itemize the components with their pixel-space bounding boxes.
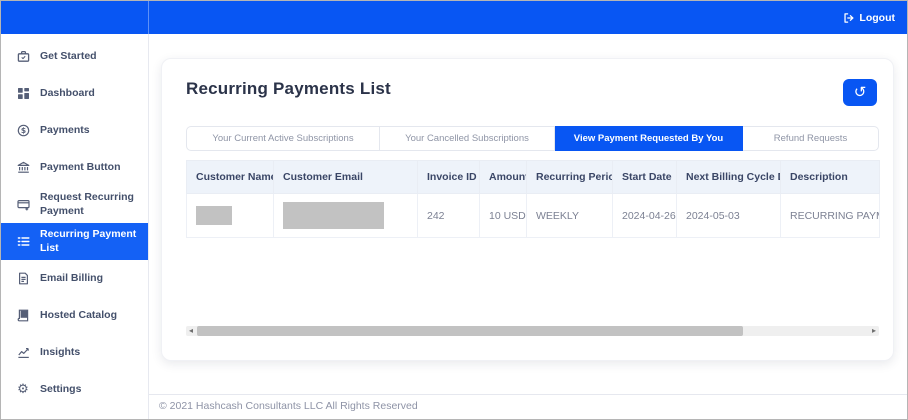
sidebar-item-hosted-catalog[interactable]: Hosted Catalog: [1, 297, 148, 334]
cell-description: RECURRING PAYMENT: [780, 193, 880, 238]
col-invoice-id: Invoice ID: [417, 160, 480, 194]
cell-invoice-id: 242: [417, 193, 480, 238]
sidebar-item-label: Payment Button: [40, 160, 121, 173]
main-content: Recurring Payments List ↺ Your Current A…: [149, 34, 907, 419]
sidebar-item-payments[interactable]: $ Payments: [1, 112, 148, 149]
card-header: Recurring Payments List ↺: [186, 79, 877, 106]
sidebar-item-label: Recurring Payment List: [40, 228, 137, 254]
col-start-date: Start Date: [612, 160, 677, 194]
sidebar-item-dashboard[interactable]: Dashboard: [1, 75, 148, 112]
logout-icon: [843, 12, 855, 24]
scroll-right-icon[interactable]: ▸: [869, 326, 879, 336]
subscription-tabs: Your Current Active Subscriptions Your C…: [186, 126, 879, 151]
svg-text:$: $: [20, 126, 25, 135]
scroll-left-icon[interactable]: ◂: [186, 326, 196, 336]
gear-icon: ⚙: [17, 382, 29, 397]
table-row: 242 10 USD WEEKLY 2024-04-26 2024-05-03 …: [186, 193, 880, 238]
tab-view-payment-requested[interactable]: View Payment Requested By You: [555, 126, 743, 151]
cell-start-date: 2024-04-26: [612, 193, 677, 238]
sidebar-nav: Get Started Dashboard $ Payments Payment…: [1, 34, 149, 419]
app-window: Logout Get Started Dashboard $ Payments …: [0, 0, 908, 420]
page-title: Recurring Payments List: [186, 79, 391, 98]
document-icon: [16, 272, 30, 285]
sidebar-item-request-recurring-payment[interactable]: Request Recurring Payment: [1, 186, 148, 223]
cell-customer-email: [273, 193, 418, 238]
book-icon: [16, 309, 30, 322]
scrollbar-thumb[interactable]: [197, 326, 743, 336]
logout-button[interactable]: Logout: [843, 12, 895, 24]
redacted-customer-email: [283, 202, 384, 229]
tab-cancelled-subscriptions[interactable]: Your Cancelled Subscriptions: [380, 126, 555, 151]
col-description: Description: [780, 160, 880, 194]
cell-next-billing-cycle-date: 2024-05-03: [676, 193, 781, 238]
sidebar-item-label: Request Recurring Payment: [40, 191, 134, 217]
bank-icon: [16, 161, 30, 174]
col-customer-name: Customer Name: [186, 160, 274, 194]
sidebar-item-settings[interactable]: ⚙ Settings: [1, 371, 148, 408]
cell-amount: 10 USD: [479, 193, 527, 238]
redacted-customer-name: [196, 206, 232, 225]
dollar-circle-icon: $: [16, 124, 30, 137]
cell-recurring-period: WEEKLY: [526, 193, 613, 238]
sidebar-item-label: Settings: [40, 382, 82, 395]
payments-table: Customer Name Customer Email Invoice ID …: [186, 160, 880, 238]
recurring-payments-card: Recurring Payments List ↺ Your Current A…: [161, 58, 894, 361]
sidebar-item-label: Payments: [40, 123, 90, 136]
body-layout: Get Started Dashboard $ Payments Payment…: [1, 34, 907, 419]
sidebar-item-insights[interactable]: Insights: [1, 334, 148, 371]
col-customer-email: Customer Email: [273, 160, 418, 194]
sidebar-item-label: Get Started: [40, 49, 97, 62]
copyright-footer: © 2021 Hashcash Consultants LLC All Righ…: [149, 394, 907, 419]
col-recurring-period: Recurring Period: [526, 160, 613, 194]
sidebar-item-payment-button[interactable]: Payment Button: [1, 149, 148, 186]
logout-label: Logout: [859, 11, 895, 24]
sidebar-item-email-billing[interactable]: Email Billing: [1, 260, 148, 297]
cell-customer-name: [186, 193, 274, 238]
sidebar-item-label: Dashboard: [40, 86, 95, 99]
list-icon: [16, 235, 30, 248]
sidebar-item-label: Hosted Catalog: [40, 308, 118, 321]
sidebar-item-recurring-payment-list[interactable]: Recurring Payment List: [1, 223, 148, 260]
history-icon: ↺: [853, 83, 867, 101]
sidebar-item-label: Insights: [40, 345, 81, 358]
sidebar-item-label: Email Billing: [40, 271, 104, 284]
grid-icon: [16, 87, 30, 100]
top-header-bar: Logout: [1, 1, 907, 34]
copyright-text: © 2021 Hashcash Consultants LLC All Righ…: [159, 400, 418, 412]
table-header-row: Customer Name Customer Email Invoice ID …: [186, 160, 880, 194]
horizontal-scrollbar[interactable]: ◂ ▸: [186, 326, 879, 336]
tab-refund-requests[interactable]: Refund Requests: [743, 126, 879, 151]
tab-current-active-subscriptions[interactable]: Your Current Active Subscriptions: [186, 126, 380, 151]
sidebar-item-get-started[interactable]: Get Started: [1, 38, 148, 75]
chart-icon: [16, 346, 30, 359]
col-next-billing-cycle-date: Next Billing Cycle Date: [676, 160, 781, 194]
briefcase-icon: [16, 50, 30, 63]
refresh-history-button[interactable]: ↺: [843, 79, 877, 106]
col-amount: Amount: [479, 160, 527, 194]
card-plus-icon: [16, 198, 30, 211]
